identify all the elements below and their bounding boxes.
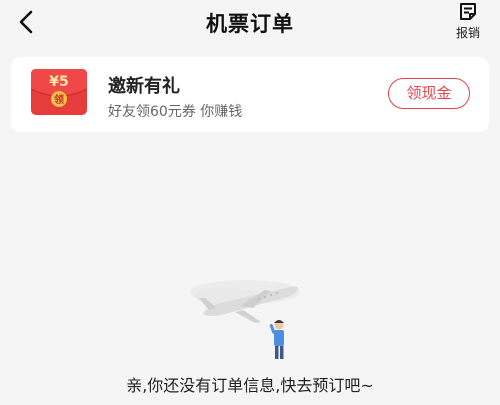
promo-subtitle: 好友领60元券 你赚钱 xyxy=(108,104,243,120)
invite-promo-card[interactable]: ¥5 领 邀新有礼 好友领60元券 你赚钱 领现金 xyxy=(11,57,489,132)
promo-title: 邀新有礼 xyxy=(108,76,180,97)
envelope-label: 领 xyxy=(54,93,64,106)
get-cash-button[interactable]: 领现金 xyxy=(388,78,470,109)
reimburse-label: 报销 xyxy=(455,26,480,40)
empty-state-message: 亲,你还没有订单信息,快去预订吧~ xyxy=(126,376,374,395)
red-envelope-icon: ¥5 领 xyxy=(31,69,87,115)
receipt-icon xyxy=(460,3,476,20)
airplane-illustration xyxy=(190,280,300,359)
header-bar: 机票订单 报销 xyxy=(0,0,500,46)
person-figure xyxy=(269,320,284,359)
reimburse-button[interactable]: 报销 xyxy=(454,2,482,41)
envelope-amount: ¥5 xyxy=(49,74,68,90)
page-title: 机票订单 xyxy=(206,12,294,36)
